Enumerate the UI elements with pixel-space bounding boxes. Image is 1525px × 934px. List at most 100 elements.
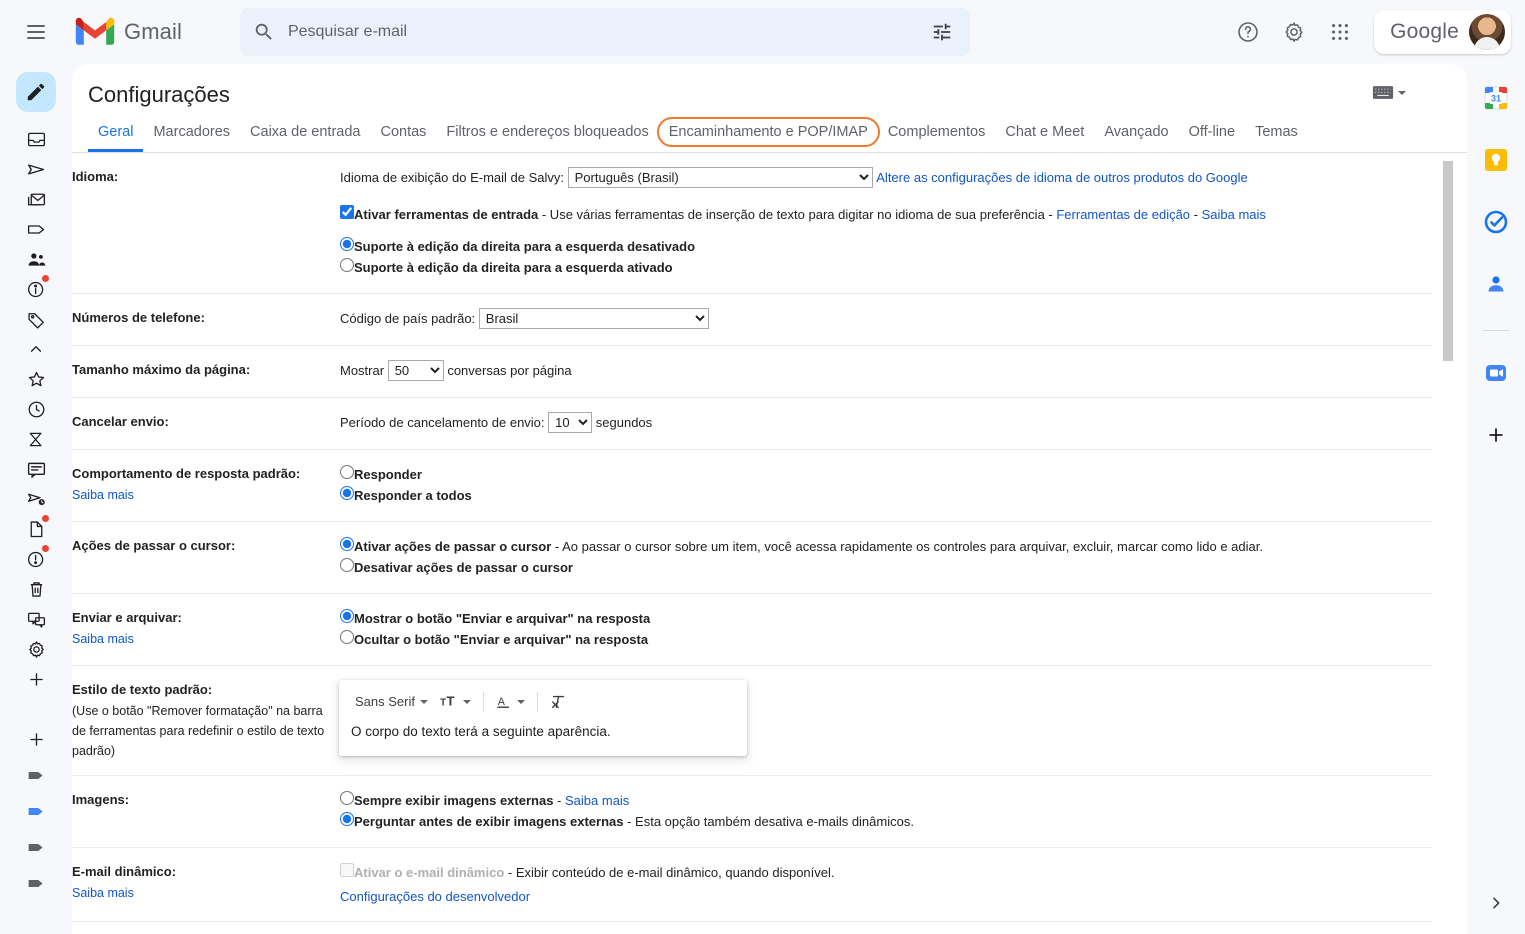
sidebar-item-price-tag[interactable] xyxy=(18,304,54,334)
sidebar-item-contacts[interactable] xyxy=(18,244,54,274)
undo-send-select[interactable]: 10 xyxy=(548,412,593,433)
rtl-off-label: Suporte à edição da direita para a esque… xyxy=(354,239,696,254)
chevron-right-icon[interactable] xyxy=(1479,886,1513,920)
developer-settings-link[interactable]: Configurações do desenvolvedor xyxy=(340,889,530,904)
sidebar-item-snoozed[interactable] xyxy=(18,394,54,424)
images-always-sep: - xyxy=(553,793,565,808)
label-tag-icon[interactable] xyxy=(18,832,54,862)
toolbar-divider xyxy=(482,692,484,712)
reply-radio[interactable] xyxy=(340,465,354,479)
tab-off-line[interactable]: Off-line xyxy=(1179,118,1245,152)
row-value: Idioma de exibição do E-mail de Salvy: P… xyxy=(340,153,1432,294)
chevron-down-icon xyxy=(516,700,525,704)
tab-avancado[interactable]: Avançado xyxy=(1094,118,1178,152)
sidebar-item-drafts[interactable] xyxy=(18,514,54,544)
rtl-on-radio[interactable] xyxy=(340,258,354,272)
account-chip[interactable]: Google xyxy=(1374,10,1511,54)
sidebar-item-scheduled[interactable] xyxy=(18,484,54,514)
tab-marcadores[interactable]: Marcadores xyxy=(143,118,240,152)
gmail-brand[interactable]: Gmail xyxy=(74,16,182,48)
undo-send-suffix: segundos xyxy=(595,414,653,430)
change-google-language-link[interactable]: Altere as configurações de idioma de out… xyxy=(876,168,1247,188)
google-contacts-icon[interactable] xyxy=(1476,264,1516,304)
label-tag-icon[interactable] xyxy=(18,760,54,790)
images-learn-more-link[interactable]: Saiba mais xyxy=(565,793,629,808)
sidebar-item-add[interactable] xyxy=(18,664,54,694)
editing-tools-link[interactable]: Ferramentas de edição xyxy=(1056,207,1190,222)
sidebar-item-spam[interactable] xyxy=(18,544,54,574)
search-input[interactable] xyxy=(283,22,922,42)
remove-formatting-icon[interactable] xyxy=(544,689,574,715)
input-tools-learn-more-link[interactable]: Saiba mais xyxy=(1202,207,1266,222)
sidebar-item-trash[interactable] xyxy=(18,574,54,604)
tab-complementos[interactable]: Complementos xyxy=(878,118,996,152)
pencil-compose-icon[interactable] xyxy=(16,72,56,112)
sidebar-item-inbox[interactable] xyxy=(18,124,54,154)
page-size-suffix: conversas por página xyxy=(447,362,572,378)
google-calendar-icon[interactable]: 31 xyxy=(1476,78,1516,118)
page-size-select[interactable]: 50 xyxy=(387,360,444,381)
tab-temas[interactable]: Temas xyxy=(1245,118,1308,152)
sidebar-item-mail-open[interactable] xyxy=(18,184,54,214)
tune-filter-icon[interactable] xyxy=(922,12,962,52)
row-label: Comportamento de resposta padrão: Saiba … xyxy=(72,449,340,522)
sidebar-item-settings[interactable] xyxy=(18,634,54,664)
tab-encaminhamento-pop-imap[interactable]: Encaminhamento e POP/IMAP xyxy=(656,116,880,147)
sidebar-item-label[interactable] xyxy=(18,214,54,244)
send-archive-hide-radio[interactable] xyxy=(340,630,354,644)
send-archive-hide-label: Ocultar o botão "Enviar e arquivar" na r… xyxy=(354,632,649,647)
plus-addon-icon[interactable] xyxy=(1476,415,1516,455)
text-color-dropdown[interactable]: A xyxy=(490,690,531,715)
sidebar-item-starred[interactable] xyxy=(18,364,54,394)
sidebar-item-rooms[interactable] xyxy=(18,604,54,634)
hamburger-icon[interactable] xyxy=(12,8,60,56)
settings-row-page-size: Tamanho máximo da página: Mostrar 50 con… xyxy=(72,345,1432,398)
language-select[interactable]: Português (Brasil) xyxy=(567,167,873,188)
help-circle-icon[interactable] xyxy=(1226,10,1270,54)
sidebar-item-important[interactable] xyxy=(18,424,54,454)
reply-behavior-learn-more-link[interactable]: Saiba mais xyxy=(72,485,340,505)
scrollbar-thumb[interactable] xyxy=(1443,161,1453,361)
google-keep-icon[interactable] xyxy=(1476,140,1516,180)
sidebar-item-info[interactable] xyxy=(18,274,54,304)
send-archive-learn-more-link[interactable]: Saiba mais xyxy=(72,629,340,649)
google-tasks-icon[interactable] xyxy=(1476,202,1516,242)
send-archive-show-radio[interactable] xyxy=(340,609,354,623)
tab-geral[interactable]: Geral xyxy=(88,118,143,152)
panel-divider xyxy=(1483,330,1509,331)
apps-grid-icon[interactable] xyxy=(1318,10,1362,54)
tab-contas[interactable]: Contas xyxy=(370,118,436,152)
images-always-radio[interactable] xyxy=(340,791,354,805)
account-name: Google xyxy=(1390,20,1459,43)
sidebar-item-chat[interactable] xyxy=(18,454,54,484)
input-tools-checkbox[interactable] xyxy=(340,205,354,219)
country-code-select[interactable]: Brasil xyxy=(478,308,709,329)
row-value: Mostrar 50 conversas por página xyxy=(340,345,1432,398)
search-bar[interactable] xyxy=(239,8,970,56)
tab-chat-e-meet[interactable]: Chat e Meet xyxy=(995,118,1094,152)
brand-text: Gmail xyxy=(124,19,182,44)
sidebar-item-sent[interactable] xyxy=(18,154,54,184)
reply-all-option-row: Responder a todos xyxy=(340,486,1432,506)
font-family-dropdown[interactable]: Sans Serif xyxy=(349,688,434,716)
label-tag-icon[interactable] xyxy=(18,796,54,826)
hover-disable-radio[interactable] xyxy=(340,558,354,572)
input-tools-sep: - xyxy=(1190,207,1202,222)
content-scrollbar[interactable] xyxy=(1443,153,1455,934)
video-meet-icon[interactable] xyxy=(1476,353,1516,393)
add-label-icon[interactable] xyxy=(18,724,54,754)
label-tag-icon[interactable] xyxy=(18,868,54,898)
font-size-dropdown[interactable]: T T xyxy=(434,690,477,714)
search-icon[interactable] xyxy=(244,12,284,52)
sidebar-item-collapse[interactable] xyxy=(18,334,54,364)
reply-all-radio[interactable] xyxy=(340,486,354,500)
gear-icon[interactable] xyxy=(1272,10,1316,54)
rtl-off-radio[interactable] xyxy=(340,237,354,251)
hover-enable-radio[interactable] xyxy=(340,537,354,551)
avatar[interactable] xyxy=(1469,14,1505,50)
images-ask-radio[interactable] xyxy=(340,812,354,826)
keyboard-density-icon[interactable] xyxy=(1366,78,1412,107)
dynamic-email-learn-more-link[interactable]: Saiba mais xyxy=(72,883,340,903)
tab-filtros-enderecos-bloqueados[interactable]: Filtros e endereços bloqueados xyxy=(436,118,658,152)
tab-caixa-de-entrada[interactable]: Caixa de entrada xyxy=(240,118,370,152)
